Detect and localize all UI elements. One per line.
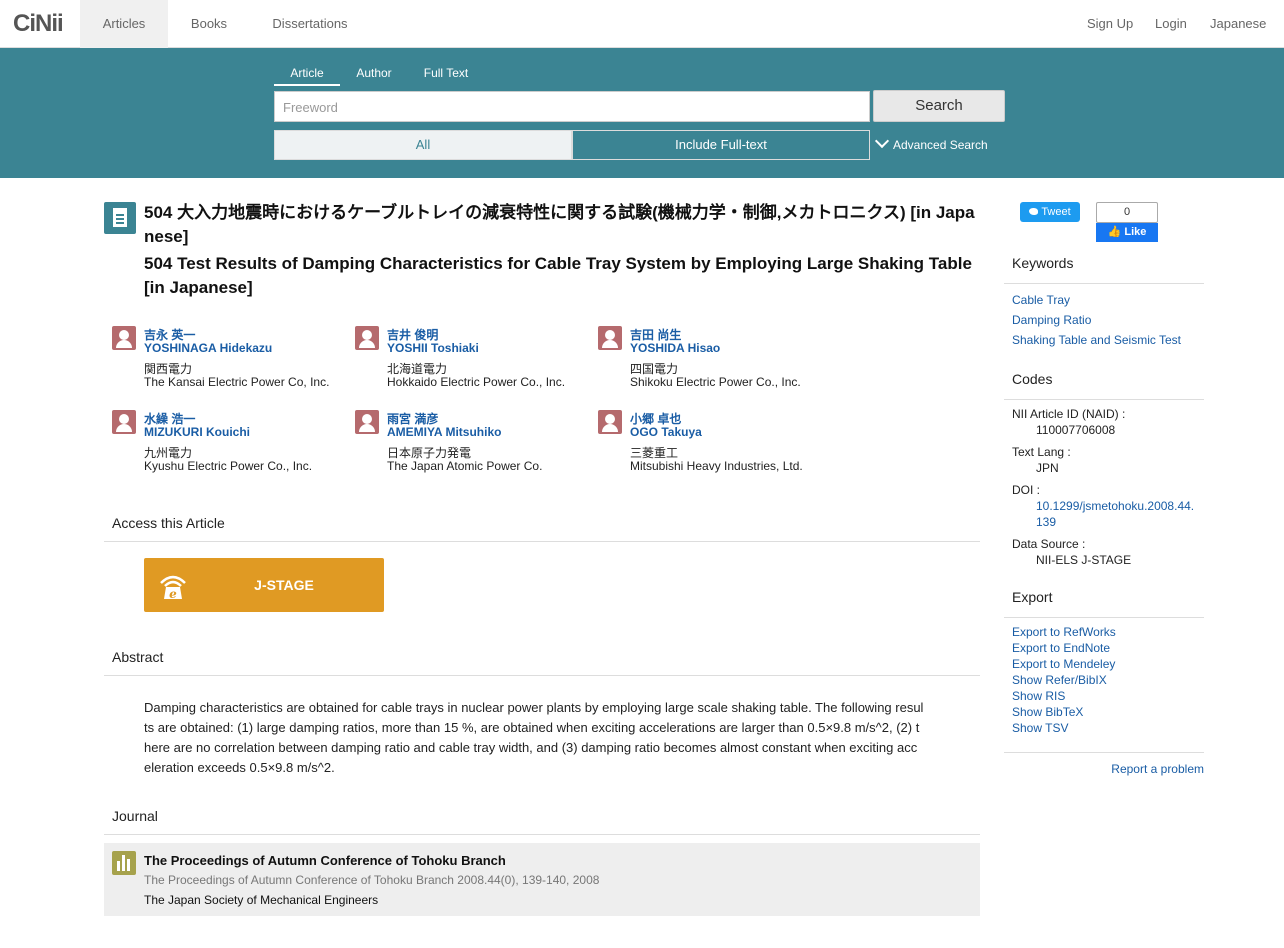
doi-link[interactable]: 10.1299/jsmetohoku.2008.44.139 [1036,498,1196,530]
search-tab-author[interactable]: Author [346,66,402,86]
export-refworks-link[interactable]: Export to RefWorks [1012,625,1116,639]
search-option-fulltext[interactable]: Include Full-text [572,130,870,160]
author-name-en[interactable]: AMEMIYA Mitsuhiko [387,425,501,439]
codes-heading: Codes [1004,371,1204,400]
document-icon [104,202,136,234]
author-affiliation-en: The Kansai Electric Power Co, Inc. [144,375,330,389]
journal-title: The Proceedings of Autumn Conference of … [144,853,506,868]
jstage-button[interactable]: e J-STAGE [144,558,384,612]
report-problem-link[interactable]: Report a problem [1111,762,1204,776]
advanced-search-link[interactable]: Advanced Search [874,130,988,160]
show-bibtex-link[interactable]: Show BibTeX [1012,705,1083,719]
author-affiliation-en: The Japan Atomic Power Co. [387,459,543,473]
like-label: Like [1124,226,1147,238]
author-name-en[interactable]: YOSHINAGA Hidekazu [144,341,272,355]
search-input[interactable]: Freeword [274,91,870,122]
chevron-down-icon [874,133,890,149]
author-name-en[interactable]: YOSHIDA Hisao [630,341,720,355]
text-lang-value: JPN [1036,461,1059,475]
tab-articles[interactable]: Articles [80,0,168,48]
japanese-link[interactable]: Japanese [1210,0,1266,48]
search-option-all[interactable]: All [274,130,572,160]
author-affiliation-en: Hokkaido Electric Power Co., Inc. [387,375,566,389]
text-lang-label: Text Lang : [1012,445,1071,459]
like-button[interactable]: 👍 Like [1096,223,1158,242]
export-heading: Export [1004,589,1204,618]
person-icon [112,326,136,350]
person-icon [355,410,379,434]
person-icon [598,410,622,434]
sign-up-link[interactable]: Sign Up [1087,0,1133,48]
jstage-label: J-STAGE [254,577,314,593]
person-icon [355,326,379,350]
show-ris-link[interactable]: Show RIS [1012,689,1065,703]
tweet-label: Tweet [1041,206,1071,218]
author-name-en[interactable]: YOSHII Toshiaki [387,341,479,355]
journal-heading: Journal [104,808,980,835]
abstract-heading: Abstract [104,649,980,676]
article-title-english: 504 Test Results of Damping Characterist… [144,254,972,297]
keyword-link[interactable]: Damping Ratio [1012,313,1091,327]
author-affiliation-en: Shikoku Electric Power Co., Inc. [630,375,801,389]
person-icon [598,326,622,350]
author-affiliation-en: Mitsubishi Heavy Industries, Ltd. [630,459,803,473]
thumbs-up-icon: 👍 [1107,226,1122,238]
journal-meta: The Proceedings of Autumn Conference of … [144,873,600,887]
twitter-bird-icon [1029,208,1039,215]
abstract-text: Damping characteristics are obtained for… [144,700,924,775]
export-endnote-link[interactable]: Export to EndNote [1012,641,1110,655]
tab-books[interactable]: Books [168,0,250,48]
login-link[interactable]: Login [1155,0,1187,48]
keyword-link[interactable]: Shaking Table and Seismic Test [1012,333,1181,347]
keyword-link[interactable]: Cable Tray [1012,293,1070,307]
tweet-button[interactable]: Tweet [1020,202,1080,222]
author-name-en[interactable]: OGO Takuya [630,425,702,439]
author-affiliation-en: Kyushu Electric Power Co., Inc. [144,459,313,473]
show-refer-link[interactable]: Show Refer/BibIX [1012,673,1107,687]
keywords-heading: Keywords [1004,255,1204,284]
doi-label: DOI : [1012,483,1041,497]
export-mendeley-link[interactable]: Export to Mendeley [1012,657,1115,671]
bar-chart-icon [112,851,136,875]
search-tab-fulltext[interactable]: Full Text [414,66,478,86]
cinii-logo[interactable]: CiNii [13,10,64,38]
search-button[interactable]: Search [873,90,1005,122]
data-source-value: NII-ELS J-STAGE [1036,553,1132,567]
facebook-like-widget[interactable]: 0 👍 Like [1096,202,1158,242]
author-name-en[interactable]: MIZUKURI Kouichi [144,425,250,439]
journal-publisher: The Japan Society of Mechanical Engineer… [144,893,379,907]
sidebar-divider [1004,752,1204,753]
like-count: 0 [1096,202,1158,223]
top-navbar: CiNii Articles Books Dissertations Sign … [0,0,1284,48]
advanced-search-label: Advanced Search [893,138,988,152]
article-title-japanese: 504 大入力地震時におけるケーブルトレイの減衰特性に関する試験(機械力学・制御… [144,203,975,246]
search-tab-article[interactable]: Article [274,66,340,86]
naid-value: 110007706008 [1036,423,1116,437]
person-icon [112,410,136,434]
journal-box: The Proceedings of Autumn Conference of … [104,843,980,916]
naid-label: NII Article ID (NAID) : [1012,407,1126,421]
tab-dissertations[interactable]: Dissertations [250,0,370,48]
show-tsv-link[interactable]: Show TSV [1012,721,1068,735]
data-source-label: Data Source : [1012,537,1086,551]
access-heading: Access this Article [104,515,980,542]
